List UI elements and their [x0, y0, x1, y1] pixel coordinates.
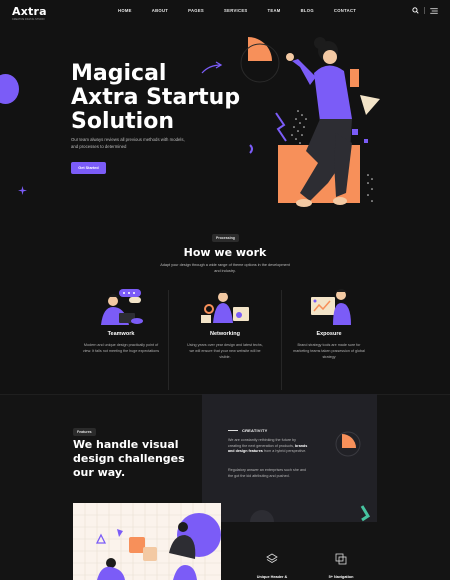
hero-section: Magical Axtra Startup Solution Our team …: [0, 24, 450, 229]
how-we-work-title: How we work: [183, 246, 267, 259]
paragraph-text: We are constantly rethinking the future …: [228, 438, 296, 448]
exposure-illustration: [311, 289, 351, 325]
features-title-line: design challenges: [73, 452, 185, 465]
hero-title-line: Solution: [71, 109, 174, 134]
brand-name: Axtra: [12, 5, 47, 18]
feature-label: 5+ Navigation: [328, 575, 354, 579]
arrow-icon: [201, 61, 223, 74]
nav-team[interactable]: TEAM: [268, 8, 281, 13]
purple-blob-decoration: [0, 74, 19, 104]
feature-label: Unique Header &: [256, 575, 288, 579]
nav-contact[interactable]: CONTACT: [334, 8, 356, 13]
feature-description: Brand strategy tools are made sure for m…: [293, 343, 365, 359]
menu-icon[interactable]: [430, 7, 438, 14]
feature-exposure: Exposure Brand strategy tools are made s…: [274, 287, 384, 360]
sparkle-icon: [18, 186, 27, 195]
feature-unique-header: Unique Header &: [242, 552, 302, 579]
feature-title: Networking: [210, 331, 240, 337]
features-title: We handle visual design challenges our w…: [73, 438, 193, 480]
features-title-line: We handle visual: [73, 438, 179, 451]
feature-title: Exposure: [316, 331, 342, 337]
panel-decoration: [250, 431, 371, 522]
paragraph-text: from a hybrid perspective.: [263, 449, 307, 454]
nav-pages[interactable]: PAGES: [188, 8, 204, 13]
main-nav: HOME ABOUT PAGES SERVICES TEAM BLOG CONT…: [118, 8, 376, 13]
features-pill: Features: [73, 428, 96, 436]
nav-home[interactable]: HOME: [118, 8, 132, 13]
heading-line: [228, 430, 238, 431]
header-divider: [424, 7, 425, 14]
nav-blog[interactable]: BLOG: [301, 8, 314, 13]
creativity-label: CREATIVITY: [242, 428, 268, 433]
search-icon[interactable]: [412, 7, 419, 14]
brand-logo[interactable]: Axtra CREATIVE DIGITAL STUDIO: [12, 5, 47, 21]
networking-illustration: [201, 290, 249, 323]
processing-pill: Processing: [212, 234, 239, 242]
creativity-panel: [202, 394, 377, 522]
how-we-work-description: Adapt your design through a wide range o…: [160, 263, 290, 273]
brand-tagline: CREATIVE DIGITAL STUDIO: [12, 18, 45, 21]
header-actions: [412, 7, 438, 14]
creativity-paragraph-2: Regulatory answer an enterprises such sh…: [228, 468, 307, 478]
feature-teamwork: Teamwork Modern and unique design practi…: [66, 287, 176, 355]
features-illustration: [73, 503, 221, 580]
feature-title: Teamwork: [107, 331, 135, 337]
nav-about[interactable]: ABOUT: [152, 8, 168, 13]
features-title-line: our way.: [73, 466, 126, 479]
site-header: Axtra CREATIVE DIGITAL STUDIO HOME ABOUT…: [0, 0, 450, 24]
feature-description: Using years over year design and latest …: [187, 343, 263, 359]
hero-description: Our team always reviews all previous met…: [71, 137, 185, 149]
creativity-paragraph: We are constantly rethinking the future …: [228, 438, 308, 455]
hero-illustration: [240, 37, 380, 207]
layers-icon: [266, 553, 278, 563]
creativity-heading: CREATIVITY: [228, 428, 267, 433]
feature-description: Modern and unique design practically poi…: [82, 343, 160, 353]
feature-networking: Networking Using years over year design …: [170, 287, 280, 360]
feature-navigation: 5+ Navigation: [311, 552, 371, 579]
get-started-button[interactable]: Get Started: [71, 162, 106, 174]
navigation-icon: [335, 553, 347, 565]
hero-title-line: Axtra Startup: [71, 85, 241, 110]
nav-services[interactable]: SERVICES: [224, 8, 248, 13]
teamwork-illustration: [101, 289, 143, 325]
